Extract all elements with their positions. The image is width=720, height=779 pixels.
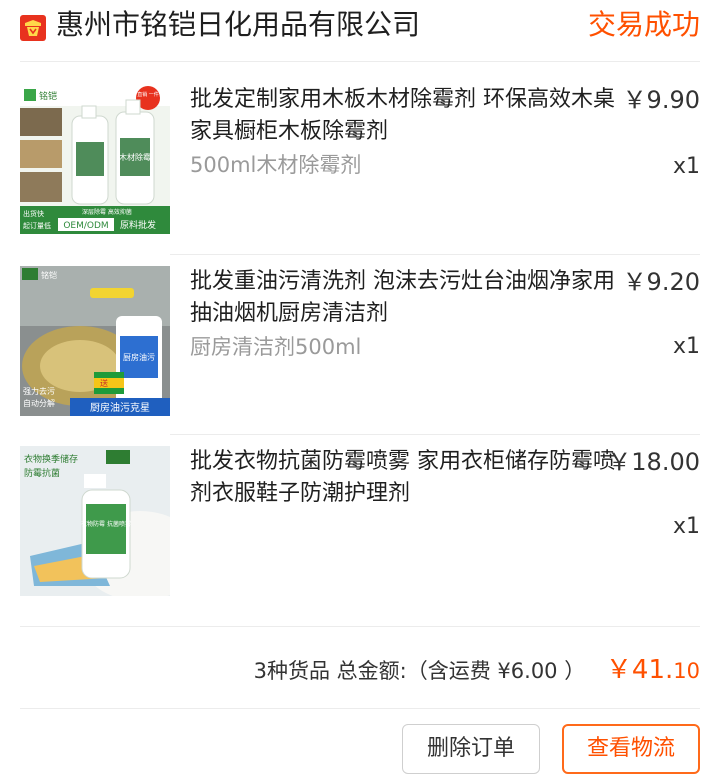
- product-thumbnail[interactable]: 铭铠 厨房油污 送 强力去污 自动分解 厨房油污克星: [20, 266, 170, 416]
- product-price: ￥18.00: [607, 448, 700, 476]
- tag-fast: 出货快: [23, 209, 44, 218]
- order-status: 交易成功: [587, 8, 700, 41]
- product-price: ￥9.20: [622, 268, 700, 296]
- item-divider: [170, 434, 700, 435]
- item-divider: [170, 254, 700, 255]
- product-sku: 厨房清洁剂500ml: [190, 335, 362, 359]
- tag-features: 深层除霉 高效抑菌: [82, 208, 132, 216]
- product-sku: 500ml木材除霉剂: [190, 153, 362, 177]
- order-header: 惠州市铭铠日化用品有限公司 交易成功: [0, 0, 720, 58]
- header-divider: [20, 61, 700, 62]
- product-quantity: x1: [672, 334, 700, 359]
- badge-text: 工厂直销 一件代发: [127, 91, 169, 98]
- total-label: 总金额:（含运费 ¥6.00 ）: [336, 659, 586, 683]
- order-item[interactable]: 铭铠 工厂直销 一件代发 木材除霉 出货快 起订量低 深层除霉 高效抑菌 OEM…: [0, 84, 720, 254]
- product-quantity: x1: [672, 154, 700, 179]
- product-thumbnail[interactable]: 衣物换季储存 防霉抗菌 衣物防霉 抗菌喷雾: [20, 446, 170, 596]
- bottle-label: 厨房油污: [123, 352, 155, 362]
- tag-wholesale: 原料批发: [120, 219, 156, 231]
- total-amount-integer: ￥41.: [605, 655, 674, 685]
- bottle-label: 衣物防霉 抗菌喷雾: [81, 520, 131, 528]
- product-title[interactable]: 批发定制家用木板木材除霉剂 环保高效木桌家具橱柜木板除霉剂: [190, 84, 615, 148]
- tag-oem: OEM/ODM: [63, 221, 108, 231]
- shop-name[interactable]: 惠州市铭铠日化用品有限公司: [56, 6, 420, 44]
- brand-label: 铭铠: [41, 270, 57, 280]
- view-logistics-button[interactable]: 查看物流: [562, 724, 700, 774]
- brand-label: 铭铠: [39, 90, 57, 102]
- summary-divider: [20, 626, 700, 627]
- tag-decompose: 自动分解: [23, 398, 55, 408]
- actions-divider: [20, 708, 700, 709]
- bottle-label: 木材除霉: [119, 152, 151, 162]
- order-item[interactable]: 衣物换季储存 防霉抗菌 衣物防霉 抗菌喷雾 批发衣物抗菌防霉喷雾 家用衣柜储存防…: [0, 446, 720, 616]
- item-count: 3种货品: [253, 659, 330, 683]
- tag-strong: 强力去污: [23, 386, 55, 396]
- total-amount-cents: 10: [673, 659, 700, 683]
- thumb-line-2: 防霉抗菌: [24, 467, 60, 479]
- delete-order-button[interactable]: 删除订单: [402, 724, 540, 774]
- product-title[interactable]: 批发衣物抗菌防霉喷雾 家用衣柜储存防霉喷剂衣服鞋子防潮护理剂: [190, 446, 615, 510]
- product-quantity: x1: [672, 514, 700, 539]
- thumb-line-1: 衣物换季储存: [24, 453, 78, 465]
- product-title[interactable]: 批发重油污清洗剂 泡沫去污灶台油烟净家用抽油烟机厨房清洁剂: [190, 266, 615, 330]
- free-gift-label: 送: [100, 378, 108, 388]
- product-price: ￥9.90: [622, 86, 700, 114]
- order-summary: 3种货品 总金额:（含运费 ¥6.00 ） ￥41.10: [254, 654, 700, 686]
- thumb-banner: 厨房油污克星: [90, 401, 150, 414]
- total-amount: ￥41.10: [606, 655, 700, 685]
- store-badge-icon[interactable]: [20, 15, 46, 41]
- tag-moq: 起订量低: [23, 221, 51, 230]
- order-item[interactable]: 铭铠 厨房油污 送 强力去污 自动分解 厨房油污克星 批发重油污清洗剂 泡沫去污…: [0, 266, 720, 436]
- product-thumbnail[interactable]: 铭铠 工厂直销 一件代发 木材除霉 出货快 起订量低 深层除霉 高效抑菌 OEM…: [20, 84, 170, 234]
